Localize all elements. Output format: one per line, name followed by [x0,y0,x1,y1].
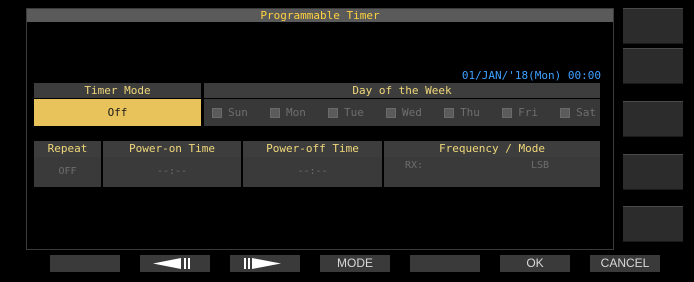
day-of-week-row: Sun Mon Tue Wed Thu Fri Sat [204,99,600,126]
checkbox-icon [270,107,281,118]
function-key-5[interactable] [410,255,480,272]
day-label: Sun [228,106,248,119]
repeat-cell[interactable]: OFF [34,157,101,187]
current-datetime: 01/JAN/'18(Mon) 00:00 [461,69,601,82]
frequency-mode-header: Frequency / Mode [384,141,600,157]
rx-label: RX: [405,160,424,171]
day-mon[interactable]: Mon [270,106,306,119]
checkbox-icon [212,107,222,118]
day-sun[interactable]: Sun [212,106,248,119]
power-off-cell[interactable]: --:-- [243,157,382,187]
right-key-4[interactable] [623,154,683,190]
right-key-1[interactable] [623,8,683,44]
checkbox-icon [328,107,339,118]
day-label: Thu [460,106,480,119]
right-arrow-icon [244,258,281,269]
day-of-week-header: Day of the Week [204,83,600,98]
day-fri[interactable]: Fri [502,106,538,119]
function-key-1[interactable] [50,255,120,272]
right-key-2[interactable] [623,48,683,84]
timer-mode-selector[interactable]: Off [34,99,201,126]
timer-mode-header: Timer Mode [34,83,201,98]
day-sat[interactable]: Sat [560,106,596,119]
timer-screen: Programmable Timer 01/JAN/'18(Mon) 00:00… [0,0,694,282]
day-label: Tue [344,106,364,119]
power-on-header: Power-on Time [103,141,241,157]
mode-button[interactable]: MODE [320,255,390,272]
power-off-header: Power-off Time [243,141,382,157]
day-tue[interactable]: Tue [328,106,364,119]
checkbox-icon [444,107,455,118]
left-arrow-button[interactable] [140,255,210,272]
right-arrow-button[interactable] [230,255,300,272]
day-thu[interactable]: Thu [444,106,480,119]
day-label: Sat [576,106,596,119]
window-title: Programmable Timer [27,9,613,22]
mode-label: LSB [531,160,550,171]
day-label: Fri [518,106,538,119]
day-label: Wed [402,106,422,119]
left-arrow-icon [153,258,190,269]
power-on-cell[interactable]: --:-- [103,157,241,187]
repeat-header: Repeat [34,141,101,157]
checkbox-icon [386,107,397,118]
ok-button[interactable]: OK [500,255,570,272]
checkbox-icon [502,107,513,118]
right-key-3[interactable] [623,101,683,137]
programmable-timer-window: Programmable Timer 01/JAN/'18(Mon) 00:00… [26,8,614,250]
day-wed[interactable]: Wed [386,106,422,119]
checkbox-icon [560,107,571,118]
cancel-button[interactable]: CANCEL [590,255,660,272]
day-label: Mon [286,106,306,119]
right-key-5[interactable] [623,206,683,242]
